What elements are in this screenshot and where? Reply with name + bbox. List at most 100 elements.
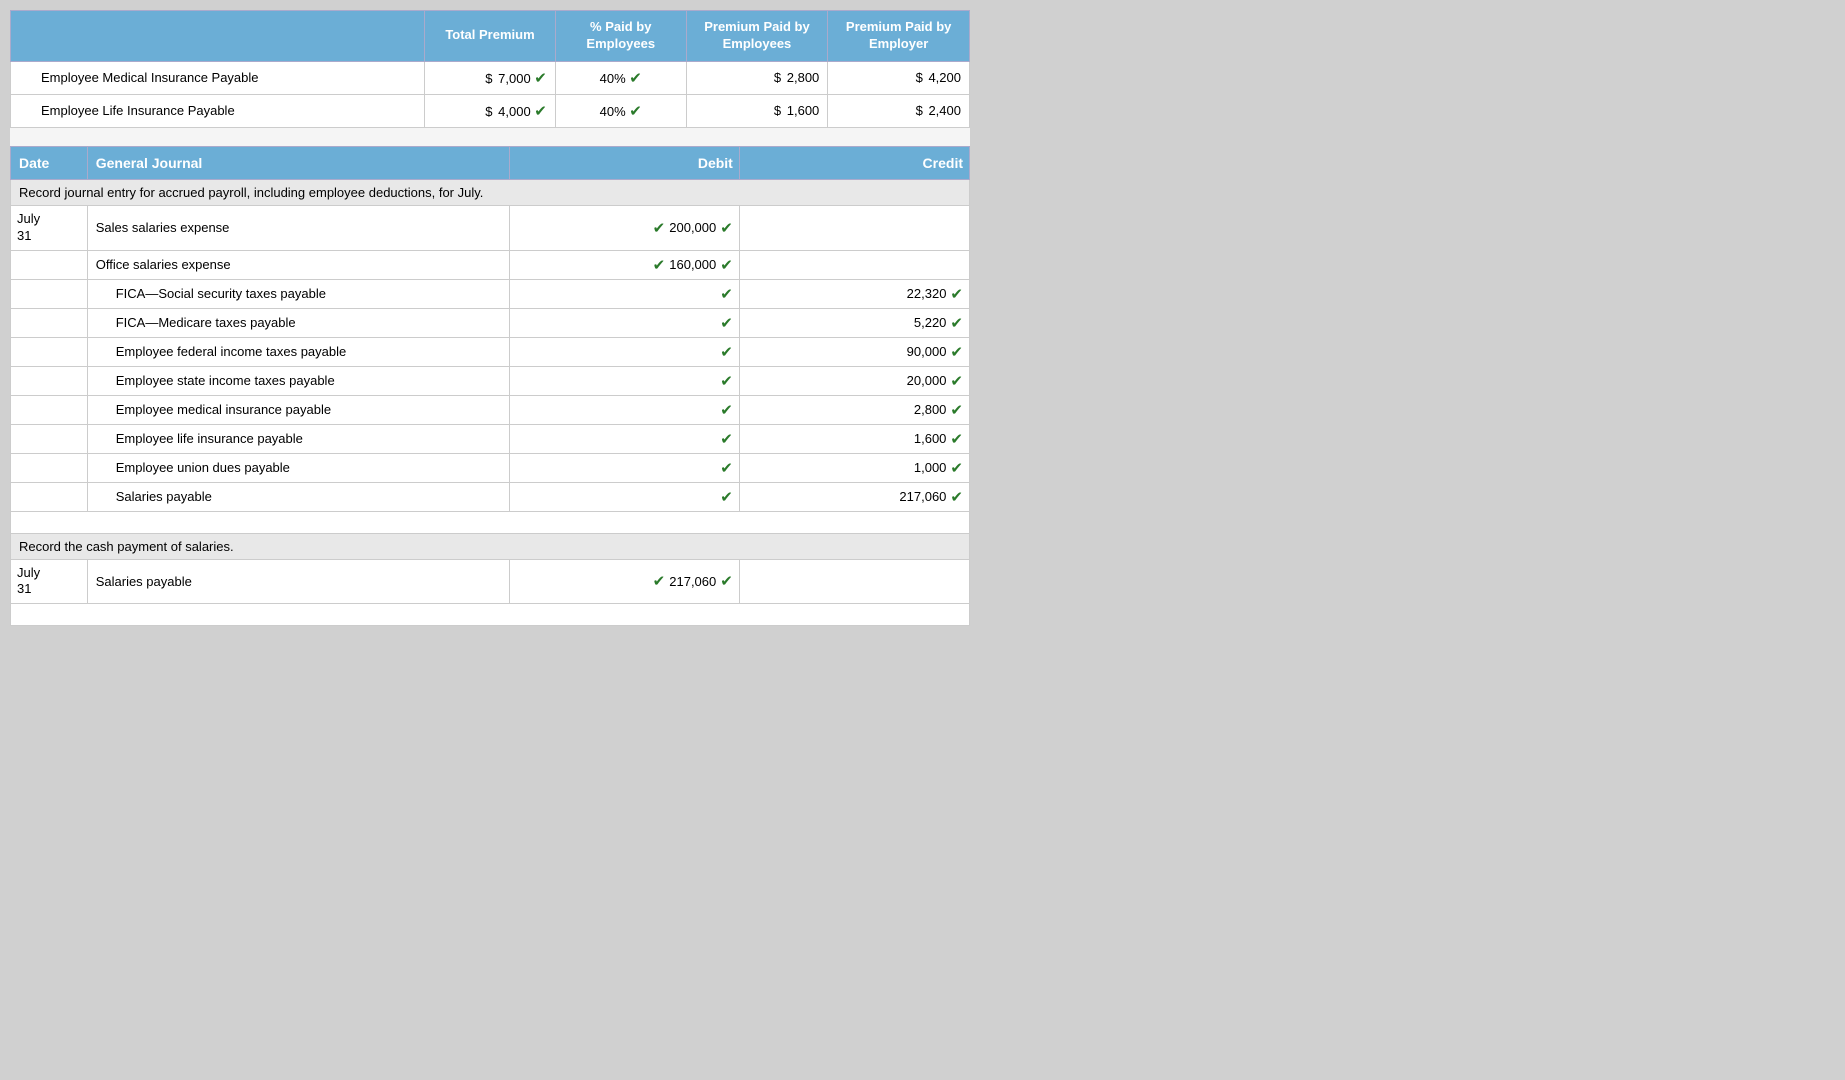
- insurance-label: Employee Medical Insurance Payable: [11, 61, 425, 94]
- journal-debit[interactable]: ✔217,060✔: [509, 559, 739, 604]
- check-icon: ✔: [950, 343, 963, 361]
- journal-desc: Employee life insurance payable: [87, 424, 509, 453]
- check-icon: ✔: [950, 459, 963, 477]
- credit-value[interactable]: 1,600: [914, 431, 947, 446]
- insurance-pct[interactable]: 40% ✔: [555, 94, 686, 127]
- check-icon: ✔: [653, 219, 666, 237]
- journal-desc: FICA—Social security taxes payable: [87, 279, 509, 308]
- check-icon: ✔: [950, 314, 963, 332]
- journal-entry-row: Employee medical insurance payable ✔ 2,8…: [11, 395, 970, 424]
- journal-desc: Employee federal income taxes payable: [87, 337, 509, 366]
- journal-debit: ✔: [509, 337, 739, 366]
- insurance-total[interactable]: $ 7,000 ✔: [425, 61, 556, 94]
- journal-date-empty: [11, 279, 88, 308]
- journal-credit: [739, 559, 969, 604]
- journal-credit[interactable]: 20,000✔: [739, 366, 969, 395]
- journal-credit[interactable]: 217,060✔: [739, 482, 969, 511]
- credit-value[interactable]: 1,000: [914, 460, 947, 475]
- credit-value[interactable]: 5,220: [914, 315, 947, 330]
- debit-value[interactable]: 200,000: [669, 220, 716, 235]
- check-icon: ✔: [720, 314, 733, 332]
- check-icon: ✔: [720, 219, 733, 237]
- credit-value[interactable]: 217,060: [899, 489, 946, 504]
- check-icon: ✔: [720, 343, 733, 361]
- check-icon: ✔: [720, 401, 733, 419]
- insurance-row: Employee Medical Insurance Payable $ 7,0…: [11, 61, 970, 94]
- check-icon: ✔: [720, 572, 733, 590]
- journal-header-debit: Debit: [509, 146, 739, 179]
- journal-debit: ✔: [509, 424, 739, 453]
- check-icon: ✔: [720, 285, 733, 303]
- insurance-header-emp: Premium Paid by Employees: [686, 11, 828, 62]
- check-icon: ✔: [534, 70, 547, 87]
- journal-header-desc: General Journal: [87, 146, 509, 179]
- insurance-row: Employee Life Insurance Payable $ 4,000 …: [11, 94, 970, 127]
- credit-value[interactable]: 2,800: [914, 402, 947, 417]
- check-icon: ✔: [720, 488, 733, 506]
- journal-credit[interactable]: 1,000✔: [739, 453, 969, 482]
- journal-date: July31: [11, 205, 88, 250]
- insurance-header-employer: Premium Paid by Employer: [828, 11, 970, 62]
- empty-spacer-row: [11, 604, 970, 626]
- check-icon: ✔: [629, 70, 642, 87]
- insurance-employer-premium: $ 2,400: [828, 94, 970, 127]
- journal-debit: ✔: [509, 482, 739, 511]
- check-icon: ✔: [950, 372, 963, 390]
- credit-value[interactable]: 20,000: [907, 373, 947, 388]
- insurance-label: Employee Life Insurance Payable: [11, 94, 425, 127]
- journal-desc: Salaries payable: [87, 559, 509, 604]
- journal-desc: Employee union dues payable: [87, 453, 509, 482]
- journal-date: July31: [11, 559, 88, 604]
- insurance-header-total: Total Premium: [425, 11, 556, 62]
- journal-date-empty: [11, 395, 88, 424]
- journal-credit[interactable]: 5,220✔: [739, 308, 969, 337]
- credit-value[interactable]: 90,000: [907, 344, 947, 359]
- insurance-total[interactable]: $ 4,000 ✔: [425, 94, 556, 127]
- journal-entry-row: Employee state income taxes payable ✔ 20…: [11, 366, 970, 395]
- check-icon: ✔: [720, 256, 733, 274]
- journal-desc: Office salaries expense: [87, 250, 509, 279]
- check-icon: ✔: [720, 459, 733, 477]
- journal-desc: Employee state income taxes payable: [87, 366, 509, 395]
- journal-entry-row: Employee federal income taxes payable ✔ …: [11, 337, 970, 366]
- debit-value[interactable]: 160,000: [669, 257, 716, 272]
- journal-credit[interactable]: 1,600✔: [739, 424, 969, 453]
- credit-value[interactable]: 22,320: [907, 286, 947, 301]
- journal-credit[interactable]: 22,320✔: [739, 279, 969, 308]
- insurance-header-pct: % Paid by Employees: [555, 11, 686, 62]
- journal-entry-row: Salaries payable ✔ 217,060✔: [11, 482, 970, 511]
- insurance-table: Total Premium % Paid by Employees Premiu…: [10, 10, 970, 128]
- journal-credit: [739, 250, 969, 279]
- check-icon: ✔: [534, 103, 547, 120]
- journal-credit[interactable]: 90,000✔: [739, 337, 969, 366]
- journal-date-empty: [11, 366, 88, 395]
- journal-desc: FICA—Medicare taxes payable: [87, 308, 509, 337]
- journal-date-empty: [11, 482, 88, 511]
- record-note-row: Record journal entry for accrued payroll…: [11, 179, 970, 205]
- journal-table: Date General Journal Debit Credit Record…: [10, 146, 970, 627]
- journal-date-empty: [11, 424, 88, 453]
- check-icon: ✔: [950, 430, 963, 448]
- empty-spacer-row: [11, 511, 970, 533]
- journal-debit[interactable]: ✔200,000✔: [509, 205, 739, 250]
- journal-desc: Salaries payable: [87, 482, 509, 511]
- insurance-header-label: [11, 11, 425, 62]
- journal-debit: ✔: [509, 308, 739, 337]
- insurance-emp-premium: $ 2,800: [686, 61, 828, 94]
- journal-date-empty: [11, 337, 88, 366]
- journal-date-empty: [11, 308, 88, 337]
- page-container: Total Premium % Paid by Employees Premiu…: [10, 10, 970, 626]
- check-icon: ✔: [950, 401, 963, 419]
- debit-value[interactable]: 217,060: [669, 574, 716, 589]
- journal-credit[interactable]: 2,800✔: [739, 395, 969, 424]
- journal-entry-row: Employee life insurance payable ✔ 1,600✔: [11, 424, 970, 453]
- journal-debit[interactable]: ✔160,000✔: [509, 250, 739, 279]
- journal-header-credit: Credit: [739, 146, 969, 179]
- insurance-pct[interactable]: 40% ✔: [555, 61, 686, 94]
- record-note-row: Record the cash payment of salaries.: [11, 533, 970, 559]
- journal-desc: Employee medical insurance payable: [87, 395, 509, 424]
- journal-desc: Sales salaries expense: [87, 205, 509, 250]
- record-note: Record the cash payment of salaries.: [11, 533, 970, 559]
- journal-debit: ✔: [509, 366, 739, 395]
- insurance-employer-premium: $ 4,200: [828, 61, 970, 94]
